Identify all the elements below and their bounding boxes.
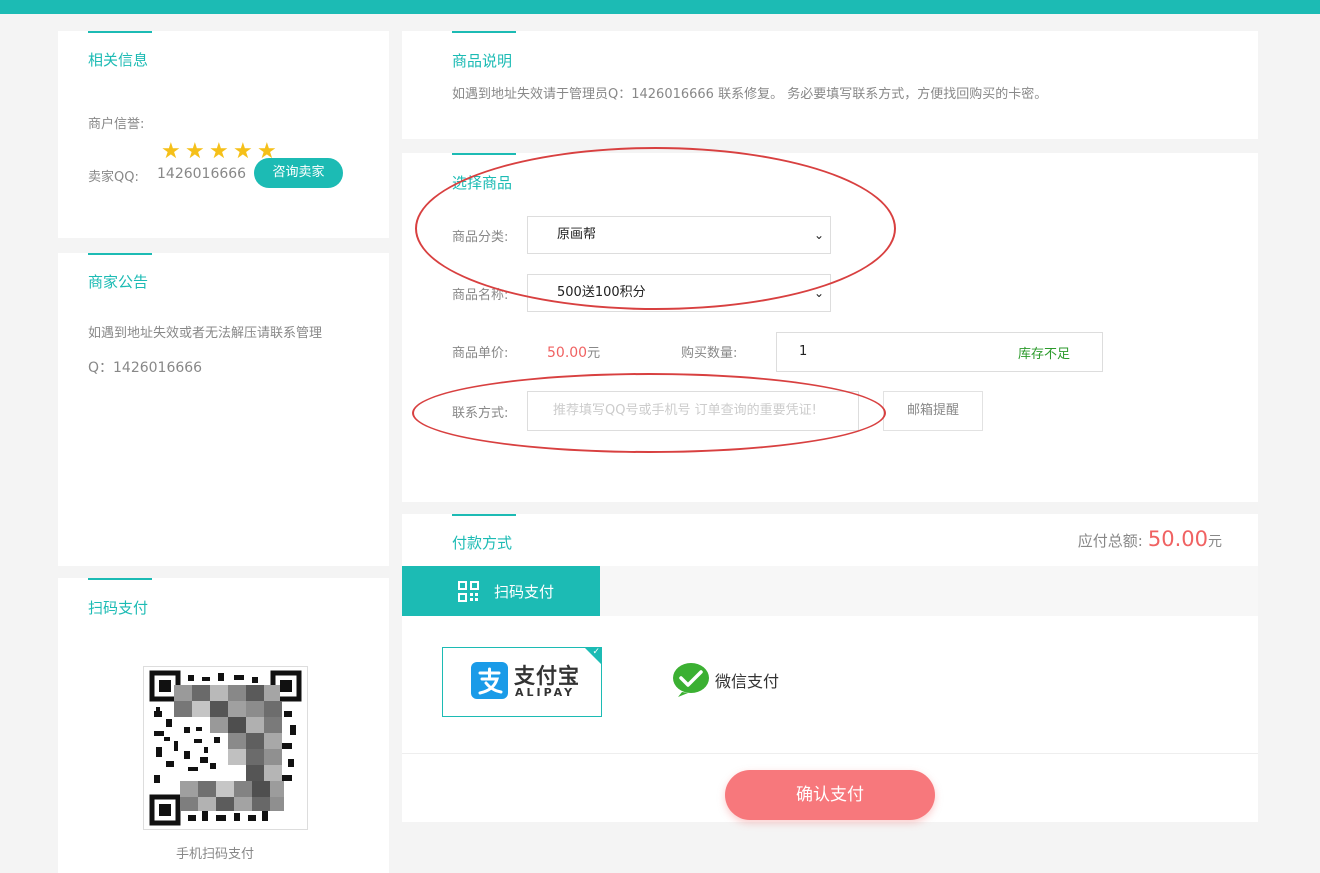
notice-title: 商家公告 bbox=[88, 273, 149, 291]
info-panel: 相关信息 商户信誉: ★ ★ ★ ★ ★ 卖家QQ: 1426016666 咨询… bbox=[58, 31, 389, 238]
stock-status: 库存不足 bbox=[1018, 347, 1071, 362]
unit-price-unit: 元 bbox=[587, 346, 601, 361]
notice-line-1: 如遇到地址失效或者无法解压请联系管理 bbox=[88, 326, 323, 341]
star-icon: ★ bbox=[209, 139, 229, 164]
unit-price-label: 商品单价: bbox=[452, 346, 509, 361]
total-unit: 元 bbox=[1208, 534, 1222, 550]
email-reminder-button[interactable]: 邮箱提醒 bbox=[883, 391, 983, 431]
accent-line bbox=[452, 153, 516, 155]
quantity-label: 购买数量: bbox=[681, 346, 738, 361]
rating-label: 商户信誉: bbox=[88, 117, 145, 132]
scan-panel: 扫码支付 手机扫码支付 bbox=[58, 578, 389, 873]
info-title: 相关信息 bbox=[88, 51, 149, 69]
notice-line-2: Q：1426016666 bbox=[88, 360, 203, 376]
payment-tabs: 扫码支付 bbox=[402, 566, 1258, 616]
quantity-value: 1 bbox=[799, 344, 808, 359]
wechat-pay-icon bbox=[672, 662, 710, 698]
alipay-english: ALIPAY bbox=[515, 686, 576, 699]
star-icon: ★ bbox=[185, 139, 205, 164]
notice-panel: 商家公告 如遇到地址失效或者无法解压请联系管理 Q：1426016666 bbox=[58, 253, 389, 566]
unit-price: 50.00元 bbox=[547, 342, 600, 361]
accent-line bbox=[88, 578, 152, 580]
tab-scan-pay[interactable]: 扫码支付 bbox=[402, 566, 600, 616]
confirm-payment-button[interactable]: 确认支付 bbox=[725, 770, 935, 820]
qr-code-image bbox=[143, 666, 308, 830]
unit-price-value: 50.00 bbox=[547, 345, 588, 361]
wechat-pay-label: 微信支付 bbox=[715, 672, 780, 691]
tab-scan-pay-label: 扫码支付 bbox=[494, 583, 555, 601]
accent-line bbox=[88, 31, 152, 33]
consult-seller-button[interactable]: 咨询卖家 bbox=[254, 158, 343, 188]
total-amount: 应付总额: 50.00元 bbox=[1078, 527, 1222, 551]
quantity-field[interactable]: 1 库存不足 bbox=[776, 332, 1103, 372]
seller-qq-value: 1426016666 bbox=[157, 166, 247, 182]
payment-panel: 付款方式 应付总额: 50.00元 扫码支付 支付宝 ALIPAY ✓ 微信支付… bbox=[402, 514, 1258, 822]
alipay-logo-icon bbox=[471, 662, 508, 699]
divider bbox=[402, 753, 1258, 754]
star-icon: ★ bbox=[233, 139, 253, 164]
scan-title: 扫码支付 bbox=[88, 599, 149, 617]
accent-line bbox=[88, 253, 152, 255]
annotation-ellipse bbox=[412, 373, 886, 453]
description-panel: 商品说明 如遇到地址失效请于管理员Q：1426016666 联系修复。 务必要填… bbox=[402, 31, 1258, 139]
total-label: 应付总额: bbox=[1077, 532, 1143, 550]
payment-title: 付款方式 bbox=[452, 534, 513, 552]
star-icon: ★ bbox=[161, 139, 181, 164]
select-panel: 选择商品 商品分类: 原画帮 ⌄ 商品名称: 500送100积分 ⌄ 商品单价:… bbox=[402, 147, 1258, 502]
description-text: 如遇到地址失效请于管理员Q：1426016666 联系修复。 务必要填写联系方式… bbox=[452, 87, 1048, 102]
check-icon: ✓ bbox=[592, 647, 600, 657]
total-value: 50.00 bbox=[1147, 527, 1208, 551]
qr-code-icon bbox=[458, 581, 479, 602]
accent-line bbox=[452, 514, 516, 516]
alipay-option[interactable]: 支付宝 ALIPAY ✓ bbox=[442, 647, 602, 717]
seller-qq-label: 卖家QQ: bbox=[88, 170, 139, 185]
annotation-ellipse bbox=[415, 147, 896, 310]
accent-line bbox=[452, 31, 516, 33]
wechat-pay-option[interactable]: 微信支付 bbox=[672, 660, 792, 698]
top-bar bbox=[0, 0, 1320, 14]
description-title: 商品说明 bbox=[452, 52, 513, 70]
scan-caption: 手机扫码支付 bbox=[176, 847, 255, 862]
